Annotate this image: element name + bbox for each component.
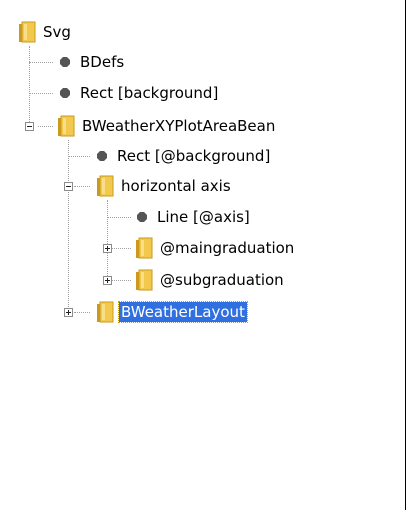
- tree-node-label: @maingraduation: [160, 239, 295, 257]
- tree-node-svg[interactable]: Svg: [18, 18, 73, 46]
- tree-connector: [29, 46, 31, 122]
- tree-node-maingraduation[interactable]: @maingraduation: [135, 234, 296, 262]
- tree-connector: [29, 93, 53, 95]
- tree-node-label: BWeatherXYPlotAreaBean: [82, 117, 276, 135]
- bullet-icon: [60, 57, 70, 67]
- tree-node-label-selected: BWeatherLayout: [118, 301, 248, 323]
- folder-icon: [58, 115, 75, 137]
- tree-node-bweatherxyplotareabean[interactable]: BWeatherXYPlotAreaBean: [57, 112, 277, 140]
- collapse-toggle[interactable]: [25, 122, 34, 131]
- tree-node-rect-at-background[interactable]: Rect [@background]: [97, 142, 272, 170]
- tree-node-label: Line [@axis]: [157, 208, 250, 226]
- folder-icon: [97, 301, 114, 323]
- tree-connector: [68, 140, 70, 313]
- tree-connector: [74, 186, 90, 188]
- tree-connector: [29, 62, 53, 64]
- tree-node-label: @subgraduation: [160, 271, 284, 289]
- panel-border: [405, 0, 406, 510]
- tree-node-line-axis[interactable]: Line [@axis]: [137, 203, 252, 231]
- tree-connector: [112, 280, 131, 282]
- tree-node-rect-background[interactable]: Rect [background]: [60, 79, 220, 107]
- folder-icon: [136, 237, 153, 259]
- collapse-toggle[interactable]: [64, 182, 73, 191]
- tree-connector: [107, 217, 131, 219]
- tree-node-label: Rect [background]: [80, 84, 219, 102]
- tree-node-bweatherlayout[interactable]: BWeatherLayout: [96, 298, 248, 326]
- tree-node-label: horizontal axis: [121, 177, 231, 195]
- tree-node-horizontal-axis[interactable]: horizontal axis: [96, 172, 233, 200]
- tree-connector: [68, 156, 90, 158]
- folder-icon: [19, 21, 36, 43]
- tree-node-bdefs[interactable]: BDefs: [60, 48, 126, 76]
- tree-node-label: BDefs: [80, 53, 125, 71]
- tree-connector: [107, 200, 109, 280]
- bullet-icon: [97, 151, 107, 161]
- svg-tree-view[interactable]: Svg BDefs Rect [background] BWeatherXYPl…: [0, 0, 405, 510]
- tree-node-subgraduation[interactable]: @subgraduation: [135, 266, 286, 294]
- tree-connector: [38, 126, 53, 128]
- tree-connector: [74, 312, 90, 314]
- folder-icon: [136, 269, 153, 291]
- expand-toggle[interactable]: [64, 308, 73, 317]
- expand-toggle[interactable]: [103, 244, 112, 253]
- bullet-icon: [60, 88, 70, 98]
- tree-node-label: Svg: [43, 23, 71, 41]
- folder-icon: [97, 175, 114, 197]
- tree-connector: [112, 248, 131, 250]
- expand-toggle[interactable]: [103, 276, 112, 285]
- bullet-icon: [137, 212, 147, 222]
- tree-node-label: Rect [@background]: [117, 147, 271, 165]
